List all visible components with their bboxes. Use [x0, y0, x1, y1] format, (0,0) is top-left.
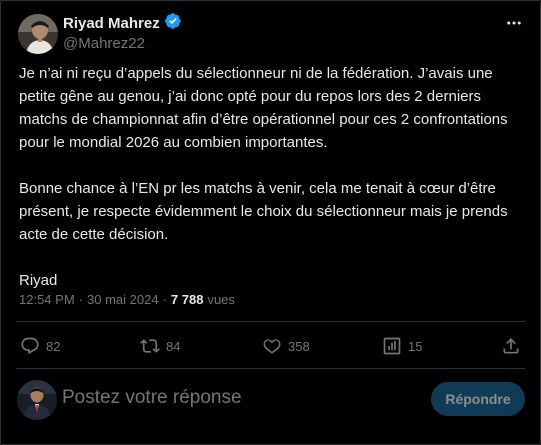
reply-button[interactable]: 82 — [20, 333, 60, 359]
author-avatar[interactable] — [18, 14, 58, 54]
retweet-count: 84 — [166, 338, 181, 354]
bookmark-button[interactable]: 15 — [382, 333, 422, 359]
views-count: 7 788 — [170, 292, 204, 307]
bookmark-icon — [382, 336, 402, 356]
reply-icon — [20, 336, 40, 356]
retweet-button[interactable]: 84 — [140, 333, 180, 359]
tweet-paragraph-3: Riyad — [19, 272, 58, 289]
author-handle[interactable]: @Mahrez22 — [63, 35, 182, 52]
tweet-text: Je n’ai ni reçu d’appels du sélectionneu… — [19, 62, 524, 292]
divider — [16, 368, 525, 369]
divider — [16, 321, 525, 322]
verified-badge-icon — [164, 12, 182, 35]
reply-composer: Postez votre réponse Répondre — [16, 378, 525, 422]
retweet-icon — [140, 336, 160, 356]
meta-separator: · — [162, 292, 167, 307]
reply-submit-button[interactable]: Répondre — [431, 382, 525, 416]
share-button[interactable] — [501, 333, 521, 359]
meta-separator: · — [78, 292, 83, 307]
reply-count: 82 — [46, 338, 61, 354]
tweet-paragraph-2: Bonne chance à l’EN pr les matchs à veni… — [19, 180, 508, 243]
author-info: Riyad Mahrez @Mahrez22 — [63, 12, 182, 52]
author-display-name[interactable]: Riyad Mahrez — [63, 15, 160, 32]
tweet-paragraph-1: Je n’ai ni reçu d’appels du sélectionneu… — [19, 65, 508, 151]
action-bar: 82 84 358 15 — [16, 333, 525, 359]
like-count: 358 — [288, 338, 310, 354]
tweet-meta: 12:54 PM · 30 mai 2024 · 7 788 vues — [19, 292, 235, 307]
user-avatar[interactable] — [17, 380, 57, 420]
tweet-header: Riyad Mahrez @Mahrez22 — [16, 11, 526, 55]
heart-icon — [262, 336, 282, 356]
more-horizontal-icon[interactable] — [502, 11, 526, 35]
share-icon — [501, 336, 521, 356]
reply-input[interactable]: Postez votre réponse — [62, 387, 242, 409]
bookmark-count: 15 — [408, 338, 423, 354]
tweet-date[interactable]: 30 mai 2024 — [87, 292, 159, 307]
views-label: vues — [207, 292, 235, 307]
tweet-time[interactable]: 12:54 PM — [19, 292, 75, 307]
like-button[interactable]: 358 — [262, 333, 310, 359]
